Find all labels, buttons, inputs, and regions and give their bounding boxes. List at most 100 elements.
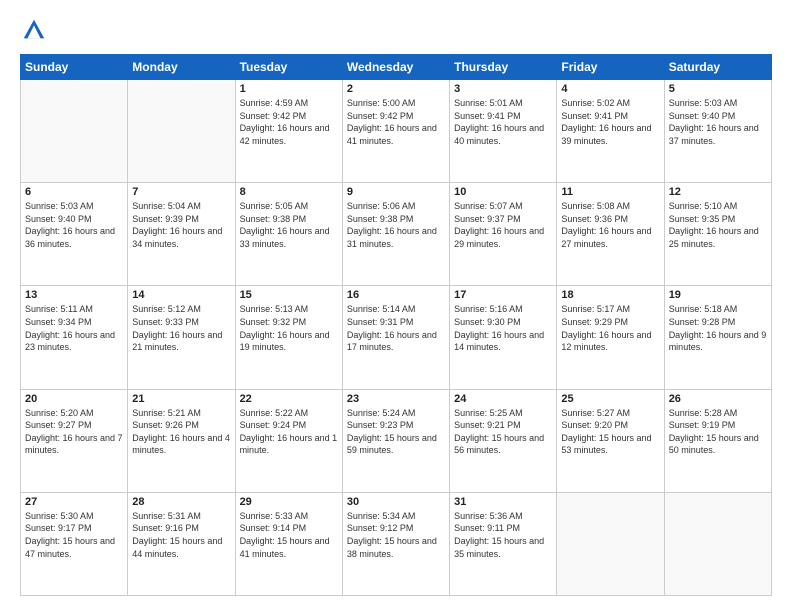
weekday-header-sunday: Sunday — [21, 55, 128, 80]
day-info: Sunrise: 5:33 AM Sunset: 9:14 PM Dayligh… — [240, 510, 338, 560]
day-number: 31 — [454, 496, 552, 508]
day-info: Sunrise: 4:59 AM Sunset: 9:42 PM Dayligh… — [240, 97, 338, 147]
calendar-week-row: 27 Sunrise: 5:30 AM Sunset: 9:17 PM Dayli… — [21, 492, 772, 595]
calendar-week-row: 1 Sunrise: 4:59 AM Sunset: 9:42 PM Daylig… — [21, 80, 772, 183]
day-number: 19 — [669, 289, 767, 301]
calendar-cell: 2Sunrise: 5:00 AM Sunset: 9:42 PM Daylig… — [342, 80, 449, 183]
logo-icon — [20, 16, 48, 44]
calendar-cell: 26 Sunrise: 5:28 AM Sunset: 9:19 PM Dayli… — [664, 389, 771, 492]
day-info: Sunrise: 5:14 AM Sunset: 9:31 PM Dayligh… — [347, 303, 445, 353]
calendar-cell: 24 Sunrise: 5:25 AM Sunset: 9:21 PM Dayli… — [450, 389, 557, 492]
weekday-header-thursday: Thursday — [450, 55, 557, 80]
calendar-cell: 17 Sunrise: 5:16 AM Sunset: 9:30 PM Dayli… — [450, 286, 557, 389]
day-info: Sunrise: 5:18 AM Sunset: 9:28 PM Dayligh… — [669, 303, 767, 353]
weekday-header-wednesday: Wednesday — [342, 55, 449, 80]
day-number: 8 — [240, 186, 338, 198]
day-info: Sunrise: 5:08 AM Sunset: 9:36 PM Dayligh… — [561, 200, 659, 250]
day-info: Sunrise: 5:27 AM Sunset: 9:20 PM Dayligh… — [561, 407, 659, 457]
day-info: Sunrise: 5:07 AM Sunset: 9:37 PM Dayligh… — [454, 200, 552, 250]
day-number: 24 — [454, 393, 552, 405]
calendar-cell: 29 Sunrise: 5:33 AM Sunset: 9:14 PM Dayli… — [235, 492, 342, 595]
page: SundayMondayTuesdayWednesdayThursdayFrid… — [0, 0, 792, 612]
day-info: Sunrise: 5:28 AM Sunset: 9:19 PM Dayligh… — [669, 407, 767, 457]
calendar-cell: 21 Sunrise: 5:21 AM Sunset: 9:26 PM Dayli… — [128, 389, 235, 492]
calendar-cell: 14 Sunrise: 5:12 AM Sunset: 9:33 PM Dayli… — [128, 286, 235, 389]
weekday-header-friday: Friday — [557, 55, 664, 80]
day-info: Sunrise: 5:25 AM Sunset: 9:21 PM Dayligh… — [454, 407, 552, 457]
calendar-cell: 31 Sunrise: 5:36 AM Sunset: 9:11 PM Dayli… — [450, 492, 557, 595]
day-info: Sunrise: 5:12 AM Sunset: 9:33 PM Dayligh… — [132, 303, 230, 353]
calendar-cell: 25 Sunrise: 5:27 AM Sunset: 9:20 PM Dayli… — [557, 389, 664, 492]
day-info: Sunrise: 5:36 AM Sunset: 9:11 PM Dayligh… — [454, 510, 552, 560]
calendar-cell: 7 Sunrise: 5:04 AM Sunset: 9:39 PM Daylig… — [128, 183, 235, 286]
day-info: Sunrise: 5:21 AM Sunset: 9:26 PM Dayligh… — [132, 407, 230, 457]
calendar-cell — [557, 492, 664, 595]
day-number: 15 — [240, 289, 338, 301]
day-info: Sunrise: 5:34 AM Sunset: 9:12 PM Dayligh… — [347, 510, 445, 560]
day-info: Sunrise: 5:24 AM Sunset: 9:23 PM Dayligh… — [347, 407, 445, 457]
calendar-cell: 8 Sunrise: 5:05 AM Sunset: 9:38 PM Daylig… — [235, 183, 342, 286]
calendar-cell: 16Sunrise: 5:14 AM Sunset: 9:31 PM Dayli… — [342, 286, 449, 389]
day-number: 5 — [669, 83, 767, 95]
calendar-cell: 4 Sunrise: 5:02 AM Sunset: 9:41 PM Daylig… — [557, 80, 664, 183]
day-number: 26 — [669, 393, 767, 405]
day-number: 14 — [132, 289, 230, 301]
day-number: 30 — [347, 496, 445, 508]
calendar-cell: 27 Sunrise: 5:30 AM Sunset: 9:17 PM Dayli… — [21, 492, 128, 595]
day-number: 11 — [561, 186, 659, 198]
day-info: Sunrise: 5:03 AM Sunset: 9:40 PM Dayligh… — [25, 200, 123, 250]
day-number: 3 — [454, 83, 552, 95]
day-info: Sunrise: 5:02 AM Sunset: 9:41 PM Dayligh… — [561, 97, 659, 147]
day-info: Sunrise: 5:22 AM Sunset: 9:24 PM Dayligh… — [240, 407, 338, 457]
calendar-cell: 3 Sunrise: 5:01 AM Sunset: 9:41 PM Daylig… — [450, 80, 557, 183]
calendar-cell: 5 Sunrise: 5:03 AM Sunset: 9:40 PM Daylig… — [664, 80, 771, 183]
day-info: Sunrise: 5:30 AM Sunset: 9:17 PM Dayligh… — [25, 510, 123, 560]
calendar-cell — [21, 80, 128, 183]
day-info: Sunrise: 5:20 AM Sunset: 9:27 PM Dayligh… — [25, 407, 123, 457]
logo — [20, 16, 52, 44]
calendar-cell: 22Sunrise: 5:22 AM Sunset: 9:24 PM Dayli… — [235, 389, 342, 492]
header — [20, 16, 772, 44]
day-info: Sunrise: 5:00 AM Sunset: 9:42 PM Dayligh… — [347, 97, 445, 147]
day-number: 6 — [25, 186, 123, 198]
calendar-cell: 11 Sunrise: 5:08 AM Sunset: 9:36 PM Dayli… — [557, 183, 664, 286]
calendar-table: SundayMondayTuesdayWednesdayThursdayFrid… — [20, 54, 772, 596]
calendar-cell: 28 Sunrise: 5:31 AM Sunset: 9:16 PM Dayli… — [128, 492, 235, 595]
calendar-cell: 1 Sunrise: 4:59 AM Sunset: 9:42 PM Daylig… — [235, 80, 342, 183]
calendar-cell: 19 Sunrise: 5:18 AM Sunset: 9:28 PM Dayli… — [664, 286, 771, 389]
day-number: 10 — [454, 186, 552, 198]
calendar-cell: 30 Sunrise: 5:34 AM Sunset: 9:12 PM Dayli… — [342, 492, 449, 595]
day-number: 29 — [240, 496, 338, 508]
weekday-header-monday: Monday — [128, 55, 235, 80]
day-number: 1 — [240, 83, 338, 95]
day-number: 7 — [132, 186, 230, 198]
weekday-header-saturday: Saturday — [664, 55, 771, 80]
calendar-cell: 15 Sunrise: 5:13 AM Sunset: 9:32 PM Dayli… — [235, 286, 342, 389]
day-info: Sunrise: 5:03 AM Sunset: 9:40 PM Dayligh… — [669, 97, 767, 147]
calendar-cell — [128, 80, 235, 183]
day-number: 12 — [669, 186, 767, 198]
day-number: 27 — [25, 496, 123, 508]
day-info: Sunrise: 5:17 AM Sunset: 9:29 PM Dayligh… — [561, 303, 659, 353]
day-info: Sunrise: 5:16 AM Sunset: 9:30 PM Dayligh… — [454, 303, 552, 353]
day-number: 28 — [132, 496, 230, 508]
calendar-cell — [664, 492, 771, 595]
weekday-header-tuesday: Tuesday — [235, 55, 342, 80]
weekday-header-row: SundayMondayTuesdayWednesdayThursdayFrid… — [21, 55, 772, 80]
day-info: Sunrise: 5:05 AM Sunset: 9:38 PM Dayligh… — [240, 200, 338, 250]
day-number: 17 — [454, 289, 552, 301]
day-number: 4 — [561, 83, 659, 95]
day-number: 9 — [347, 186, 445, 198]
day-info: Sunrise: 5:04 AM Sunset: 9:39 PM Dayligh… — [132, 200, 230, 250]
calendar-cell: 23Sunrise: 5:24 AM Sunset: 9:23 PM Dayli… — [342, 389, 449, 492]
day-number: 25 — [561, 393, 659, 405]
calendar-cell: 12Sunrise: 5:10 AM Sunset: 9:35 PM Dayli… — [664, 183, 771, 286]
day-info: Sunrise: 5:13 AM Sunset: 9:32 PM Dayligh… — [240, 303, 338, 353]
day-number: 13 — [25, 289, 123, 301]
calendar-cell: 20Sunrise: 5:20 AM Sunset: 9:27 PM Dayli… — [21, 389, 128, 492]
day-info: Sunrise: 5:31 AM Sunset: 9:16 PM Dayligh… — [132, 510, 230, 560]
day-info: Sunrise: 5:01 AM Sunset: 9:41 PM Dayligh… — [454, 97, 552, 147]
calendar-cell: 6 Sunrise: 5:03 AM Sunset: 9:40 PM Daylig… — [21, 183, 128, 286]
day-number: 18 — [561, 289, 659, 301]
day-number: 21 — [132, 393, 230, 405]
